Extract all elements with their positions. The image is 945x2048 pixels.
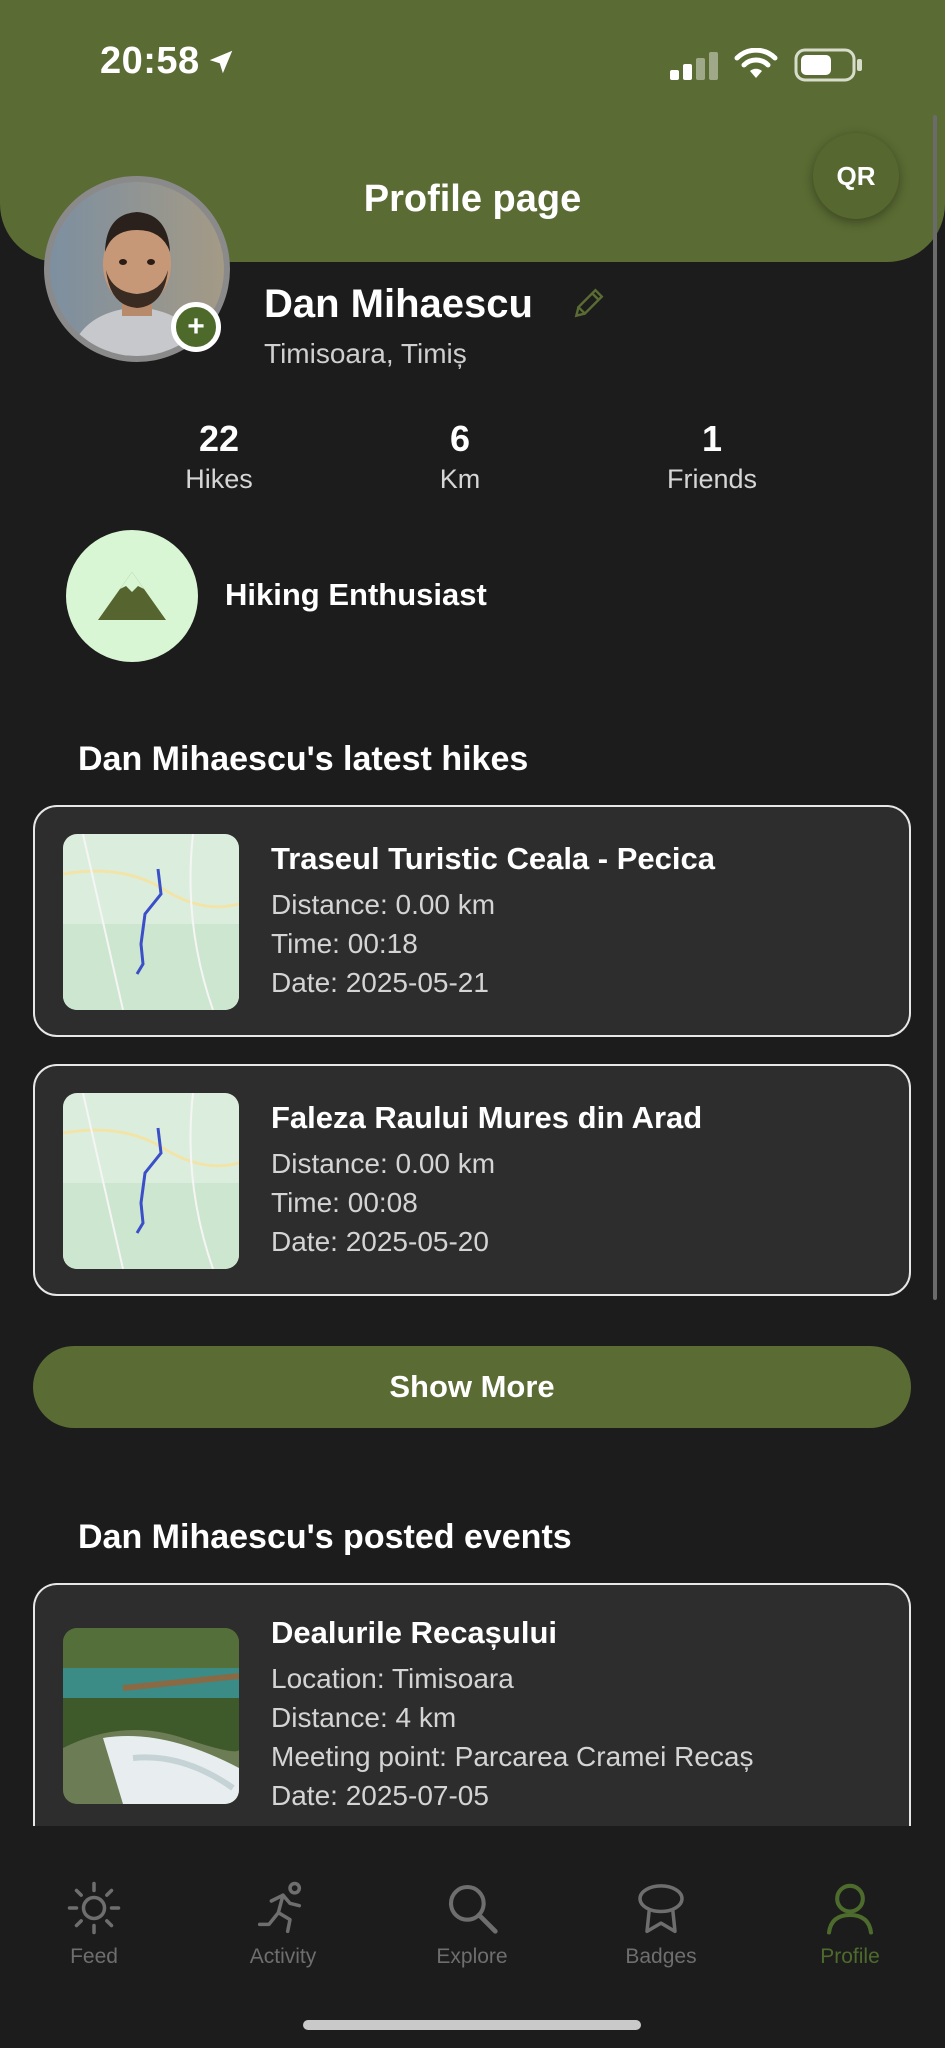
hike-card[interactable]: Traseul Turistic Ceala - Pecica Distance…	[33, 805, 911, 1037]
badge-circle[interactable]	[66, 530, 198, 662]
battery-icon	[794, 48, 862, 82]
badge-icon	[638, 1884, 684, 1934]
tab-profile[interactable]: Profile	[790, 1880, 910, 1969]
tab-explore[interactable]: Explore	[412, 1880, 532, 1969]
tab-label: Activity	[249, 1945, 317, 1968]
show-more-button[interactable]: Show More	[33, 1346, 911, 1428]
hike-time: Time: 00:18	[271, 928, 418, 959]
hike-name: Faleza Raului Mures din Arad	[271, 1100, 703, 1135]
user-name: Dan Mihaescu	[264, 282, 533, 326]
hike-name: Traseul Turistic Ceala - Pecica	[271, 841, 715, 876]
stat-label: Friends	[666, 464, 758, 494]
tab-label: Explore	[436, 1945, 508, 1968]
posted-events-title: Dan Mihaescu's posted events	[78, 1518, 572, 1556]
event-date: Date: 2025-07-05	[271, 1780, 489, 1811]
event-location: Location: Timisoara	[271, 1663, 514, 1694]
wifi-icon	[734, 48, 778, 78]
stat-value: 6	[449, 418, 471, 459]
status-bar-time: 20:58	[100, 40, 236, 83]
tab-label: Badges	[625, 1945, 697, 1968]
location-arrow-icon	[209, 50, 232, 73]
hike-date: Date: 2025-05-20	[271, 1226, 489, 1257]
stat-value: 1	[701, 418, 723, 459]
edit-pencil-icon[interactable]	[570, 286, 606, 322]
stat-km[interactable]: 6 Km	[360, 418, 560, 495]
hike-map-thumbnail	[63, 1093, 239, 1269]
stat-hikes[interactable]: 22 Hikes	[119, 418, 319, 495]
sun-icon	[67, 1881, 121, 1935]
hike-distance: Distance: 0.00 km	[271, 889, 496, 920]
stat-value: 22	[198, 418, 240, 459]
scrollbar[interactable]	[933, 115, 937, 1300]
tab-feed[interactable]: Feed	[34, 1880, 154, 1969]
qr-code-button[interactable]: QR	[813, 133, 899, 219]
running-icon	[257, 1881, 302, 1934]
badge-label: Hiking Enthusiast	[225, 577, 487, 612]
hike-map-thumbnail	[63, 834, 239, 1010]
stat-friends[interactable]: 1 Friends	[612, 418, 812, 495]
event-photo	[63, 1628, 239, 1804]
hike-date: Date: 2025-05-21	[271, 967, 489, 998]
mountain-icon	[98, 572, 166, 620]
user-location: Timisoara, Timiș	[264, 338, 467, 369]
event-distance: Distance: 4 km	[271, 1702, 457, 1733]
event-meeting-point: Meeting point: Parcarea Cramei Recaș	[271, 1741, 754, 1772]
tab-badges[interactable]: Badges	[601, 1880, 721, 1969]
stat-label: Km	[439, 464, 481, 494]
cellular-signal-icon	[670, 52, 718, 80]
hike-distance: Distance: 0.00 km	[271, 1148, 496, 1179]
tab-activity[interactable]: Activity	[223, 1880, 343, 1969]
tab-label: Profile	[820, 1945, 880, 1968]
add-photo-button[interactable]: +	[171, 302, 221, 352]
status-time-text: 20:58	[100, 40, 200, 82]
latest-hikes-title: Dan Mihaescu's latest hikes	[78, 740, 529, 778]
search-icon	[448, 1884, 498, 1934]
tab-label: Feed	[70, 1945, 118, 1968]
stat-label: Hikes	[185, 464, 253, 494]
hike-time: Time: 00:08	[271, 1187, 418, 1218]
event-name: Dealurile Recașului	[271, 1615, 558, 1650]
home-indicator[interactable]	[303, 2020, 641, 2030]
hike-card[interactable]: Faleza Raului Mures din Arad Distance: 0…	[33, 1064, 911, 1296]
person-icon	[826, 1883, 874, 1935]
